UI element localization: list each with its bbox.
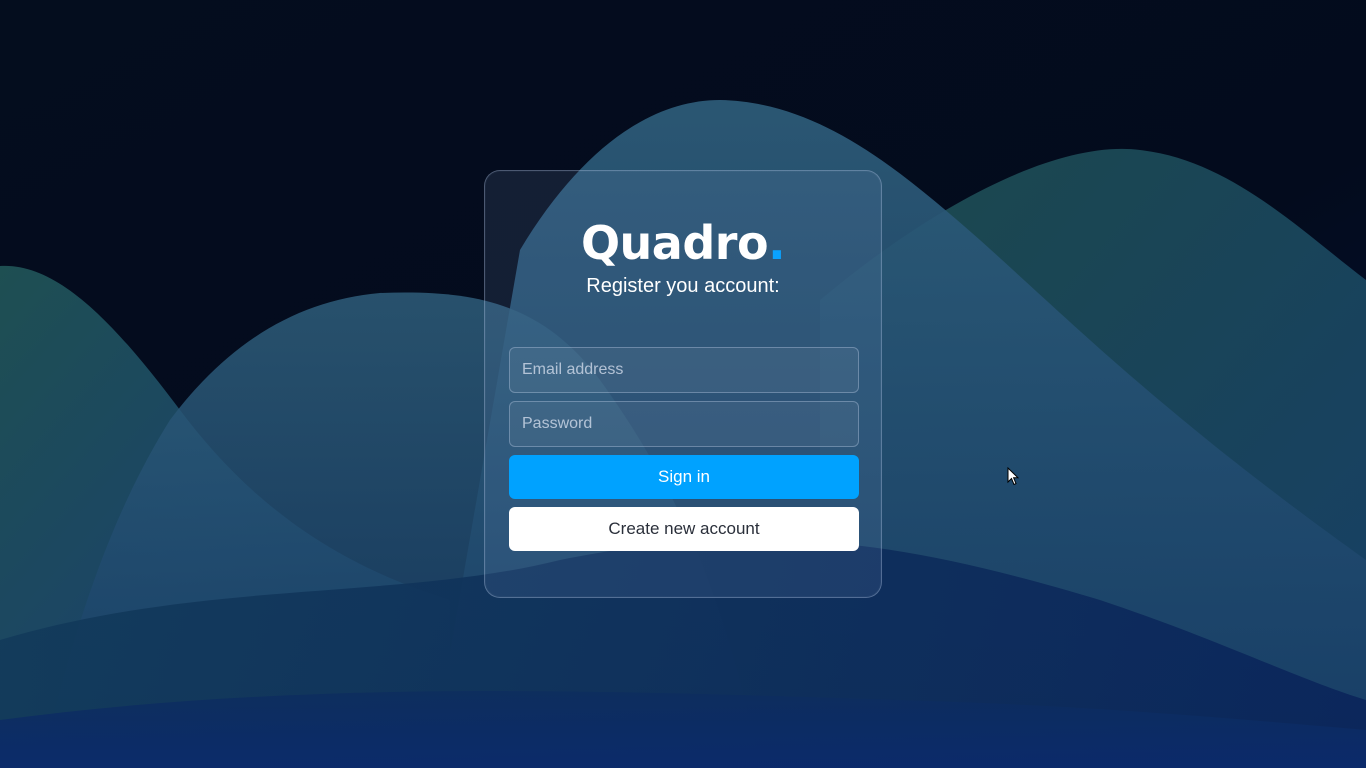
login-card: Quadro. Register you account: Sign in Cr… bbox=[484, 170, 882, 598]
email-field[interactable] bbox=[509, 347, 859, 393]
brand-logo: Quadro. bbox=[485, 215, 881, 271]
password-field[interactable] bbox=[509, 401, 859, 447]
brand-dot: . bbox=[768, 216, 786, 270]
create-account-button[interactable]: Create new account bbox=[509, 507, 859, 551]
form-subtitle: Register you account: bbox=[586, 275, 780, 297]
arrow-cursor-icon bbox=[1007, 467, 1019, 486]
brand-name: Quadro bbox=[580, 216, 769, 270]
sign-in-button[interactable]: Sign in bbox=[509, 455, 859, 499]
